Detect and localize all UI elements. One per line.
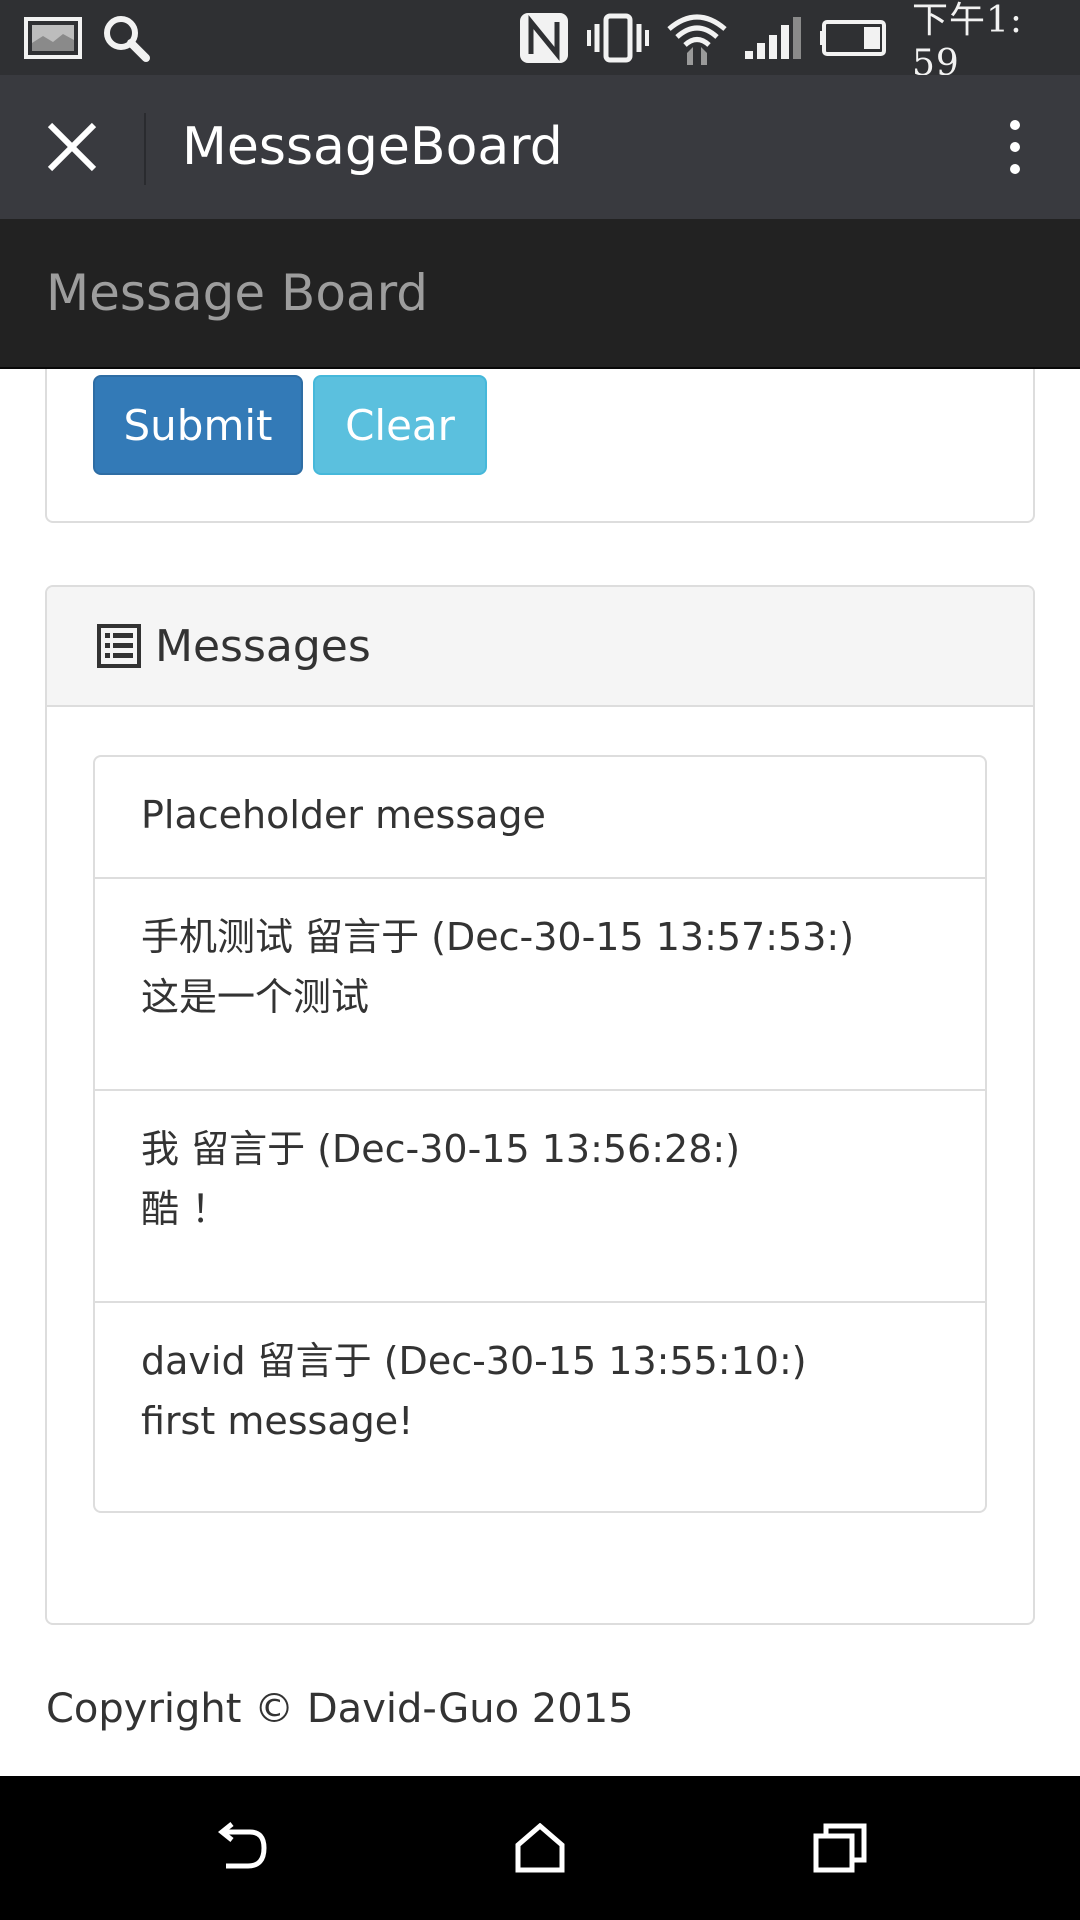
message-header: 手机测试 留言于 (Dec-30-15 13:57:53:) [141, 915, 855, 959]
battery-icon [820, 0, 890, 75]
more-options-button[interactable] [970, 97, 1060, 197]
close-button[interactable] [20, 97, 124, 197]
home-icon [515, 1823, 565, 1873]
list-item-placeholder: Placeholder message [95, 757, 985, 877]
page-title: MessageBoard [182, 117, 563, 177]
message-form-panel: Submit Clear [45, 369, 1035, 523]
messages-panel: Messages Placeholder message 手机测试 留言于 (D… [45, 585, 1035, 1625]
close-icon [47, 122, 97, 172]
signal-icon [742, 0, 804, 75]
gallery-icon [22, 0, 84, 75]
more-vertical-icon [1010, 120, 1020, 130]
home-button[interactable] [480, 1798, 600, 1898]
system-nav-bar [0, 1776, 1080, 1920]
clear-button[interactable]: Clear [313, 375, 487, 475]
message-body: first message! [141, 1399, 414, 1443]
recents-button[interactable] [780, 1798, 900, 1898]
webview-top-bar: MessageBoard [0, 75, 1080, 219]
top-bar-divider [144, 113, 146, 185]
back-button[interactable] [180, 1798, 300, 1898]
messages-panel-title: Messages [155, 620, 371, 672]
status-bar: 下午1: 59 [0, 0, 1080, 84]
vibrate-icon [586, 0, 650, 75]
wifi-icon [664, 0, 730, 75]
back-icon [217, 1822, 267, 1869]
footer-copyright: Copyright © David-Guo 2015 [46, 1686, 634, 1732]
search-icon [98, 0, 154, 75]
list-item: 我 留言于 (Dec-30-15 13:56:28:) 酷 ！ [95, 1089, 985, 1301]
submit-button[interactable]: Submit [93, 375, 303, 475]
message-body: 这是一个测试 [141, 975, 370, 1019]
message-body: 酷 ！ [141, 1187, 230, 1231]
list-item: david 留言于 (Dec-30-15 13:55:10:) first me… [95, 1301, 985, 1511]
status-time: 下午1: 59 [912, 0, 1024, 84]
site-navbar: Message Board [0, 219, 1080, 369]
messages-list: Placeholder message 手机测试 留言于 (Dec-30-15 … [93, 755, 987, 1513]
nfc-icon [516, 0, 572, 75]
messages-panel-heading: Messages [47, 587, 1033, 707]
placeholder-message: Placeholder message [141, 793, 546, 837]
message-header: david 留言于 (Dec-30-15 13:55:10:) [141, 1339, 807, 1383]
list-icon [97, 623, 143, 669]
message-header: 我 留言于 (Dec-30-15 13:56:28:) [141, 1127, 741, 1171]
navbar-brand[interactable]: Message Board [46, 219, 428, 367]
list-item: 手机测试 留言于 (Dec-30-15 13:57:53:) 这是一个测试 [95, 877, 985, 1089]
recents-icon [813, 1823, 867, 1873]
